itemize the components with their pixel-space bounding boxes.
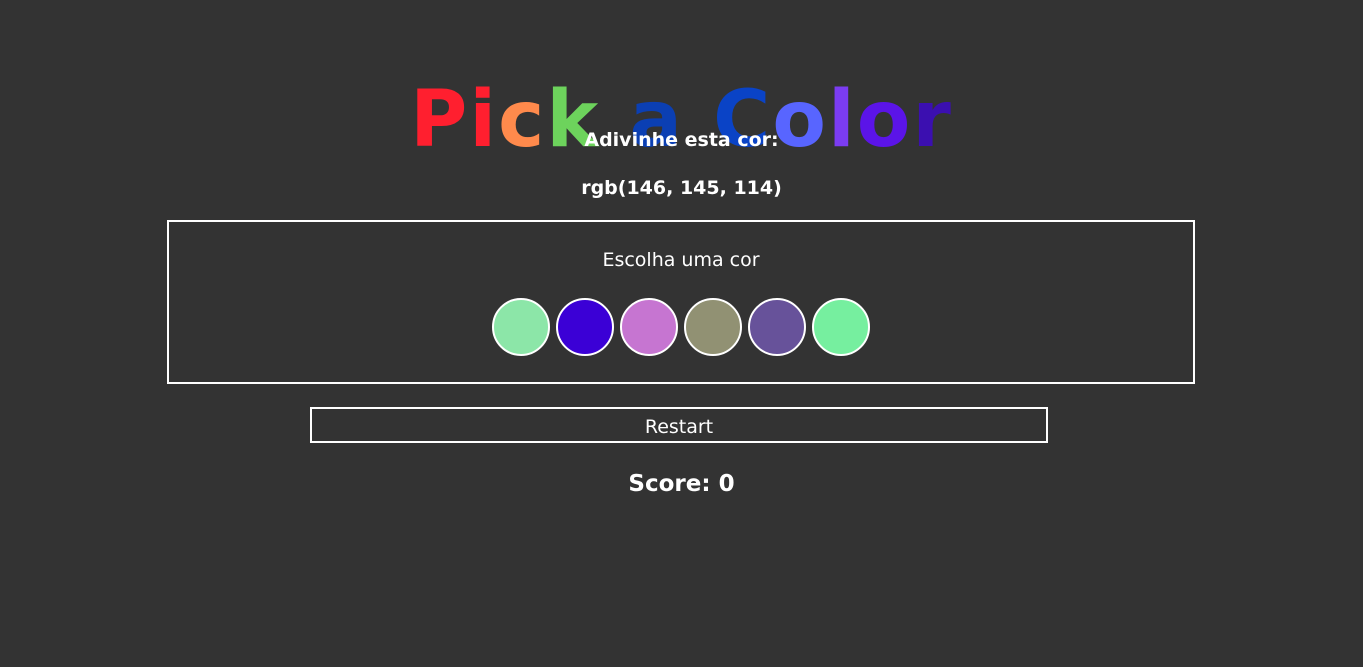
restart-button[interactable]: Restart bbox=[310, 407, 1048, 443]
title-letter: i bbox=[469, 75, 499, 166]
title-letter: a bbox=[629, 75, 685, 166]
color-board: Escolha uma cor bbox=[167, 220, 1195, 384]
title-letter: c bbox=[498, 75, 547, 166]
title-letter: o bbox=[856, 75, 913, 166]
title-letter bbox=[684, 74, 713, 166]
color-ball[interactable] bbox=[748, 298, 806, 356]
title-letter: C bbox=[713, 75, 773, 166]
title-letter bbox=[600, 74, 629, 166]
color-options bbox=[169, 298, 1193, 356]
color-ball[interactable] bbox=[492, 298, 550, 356]
score-display: Score: 0 bbox=[628, 471, 735, 497]
color-ball[interactable] bbox=[812, 298, 870, 356]
title-letter: l bbox=[828, 75, 857, 166]
page-title: Pick a Color bbox=[0, 74, 1363, 166]
color-ball[interactable] bbox=[556, 298, 614, 356]
title-letter: P bbox=[410, 75, 470, 166]
title-letter: k bbox=[546, 75, 601, 166]
color-ball[interactable] bbox=[620, 298, 678, 356]
rgb-color-code: rgb(146, 145, 114) bbox=[581, 177, 782, 199]
board-label: Escolha uma cor bbox=[602, 249, 760, 271]
guess-label: Adivinhe esta cor: bbox=[584, 129, 779, 151]
color-ball[interactable] bbox=[684, 298, 742, 356]
title-letter: o bbox=[772, 75, 829, 166]
title-letter: r bbox=[912, 75, 953, 166]
